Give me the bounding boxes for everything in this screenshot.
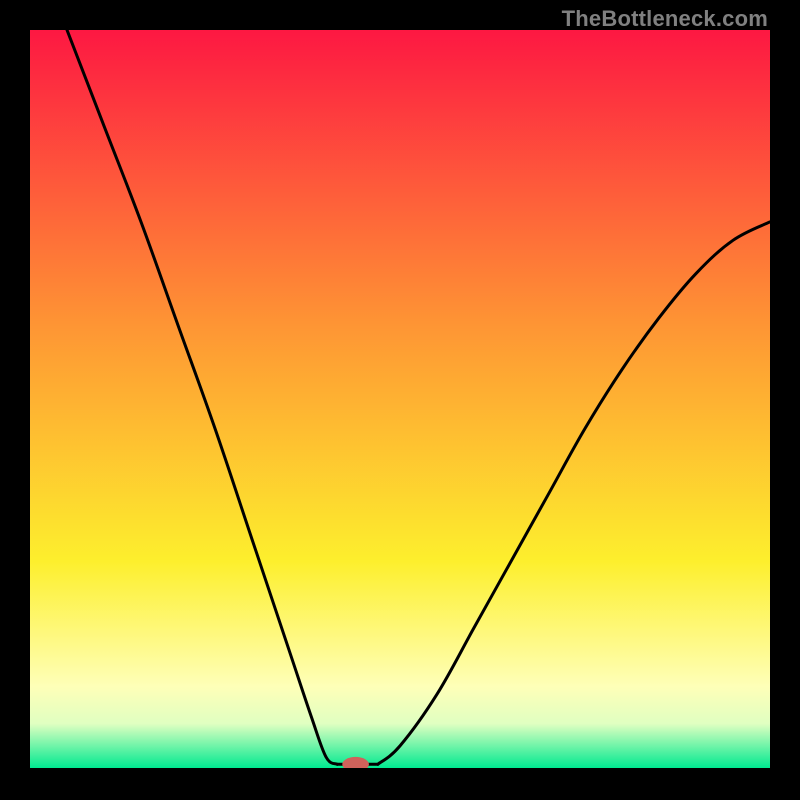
chart-svg: [30, 30, 770, 768]
watermark-text: TheBottleneck.com: [562, 6, 768, 32]
chart-frame: TheBottleneck.com: [0, 0, 800, 800]
gradient-background: [30, 30, 770, 768]
plot-area: [30, 30, 770, 768]
